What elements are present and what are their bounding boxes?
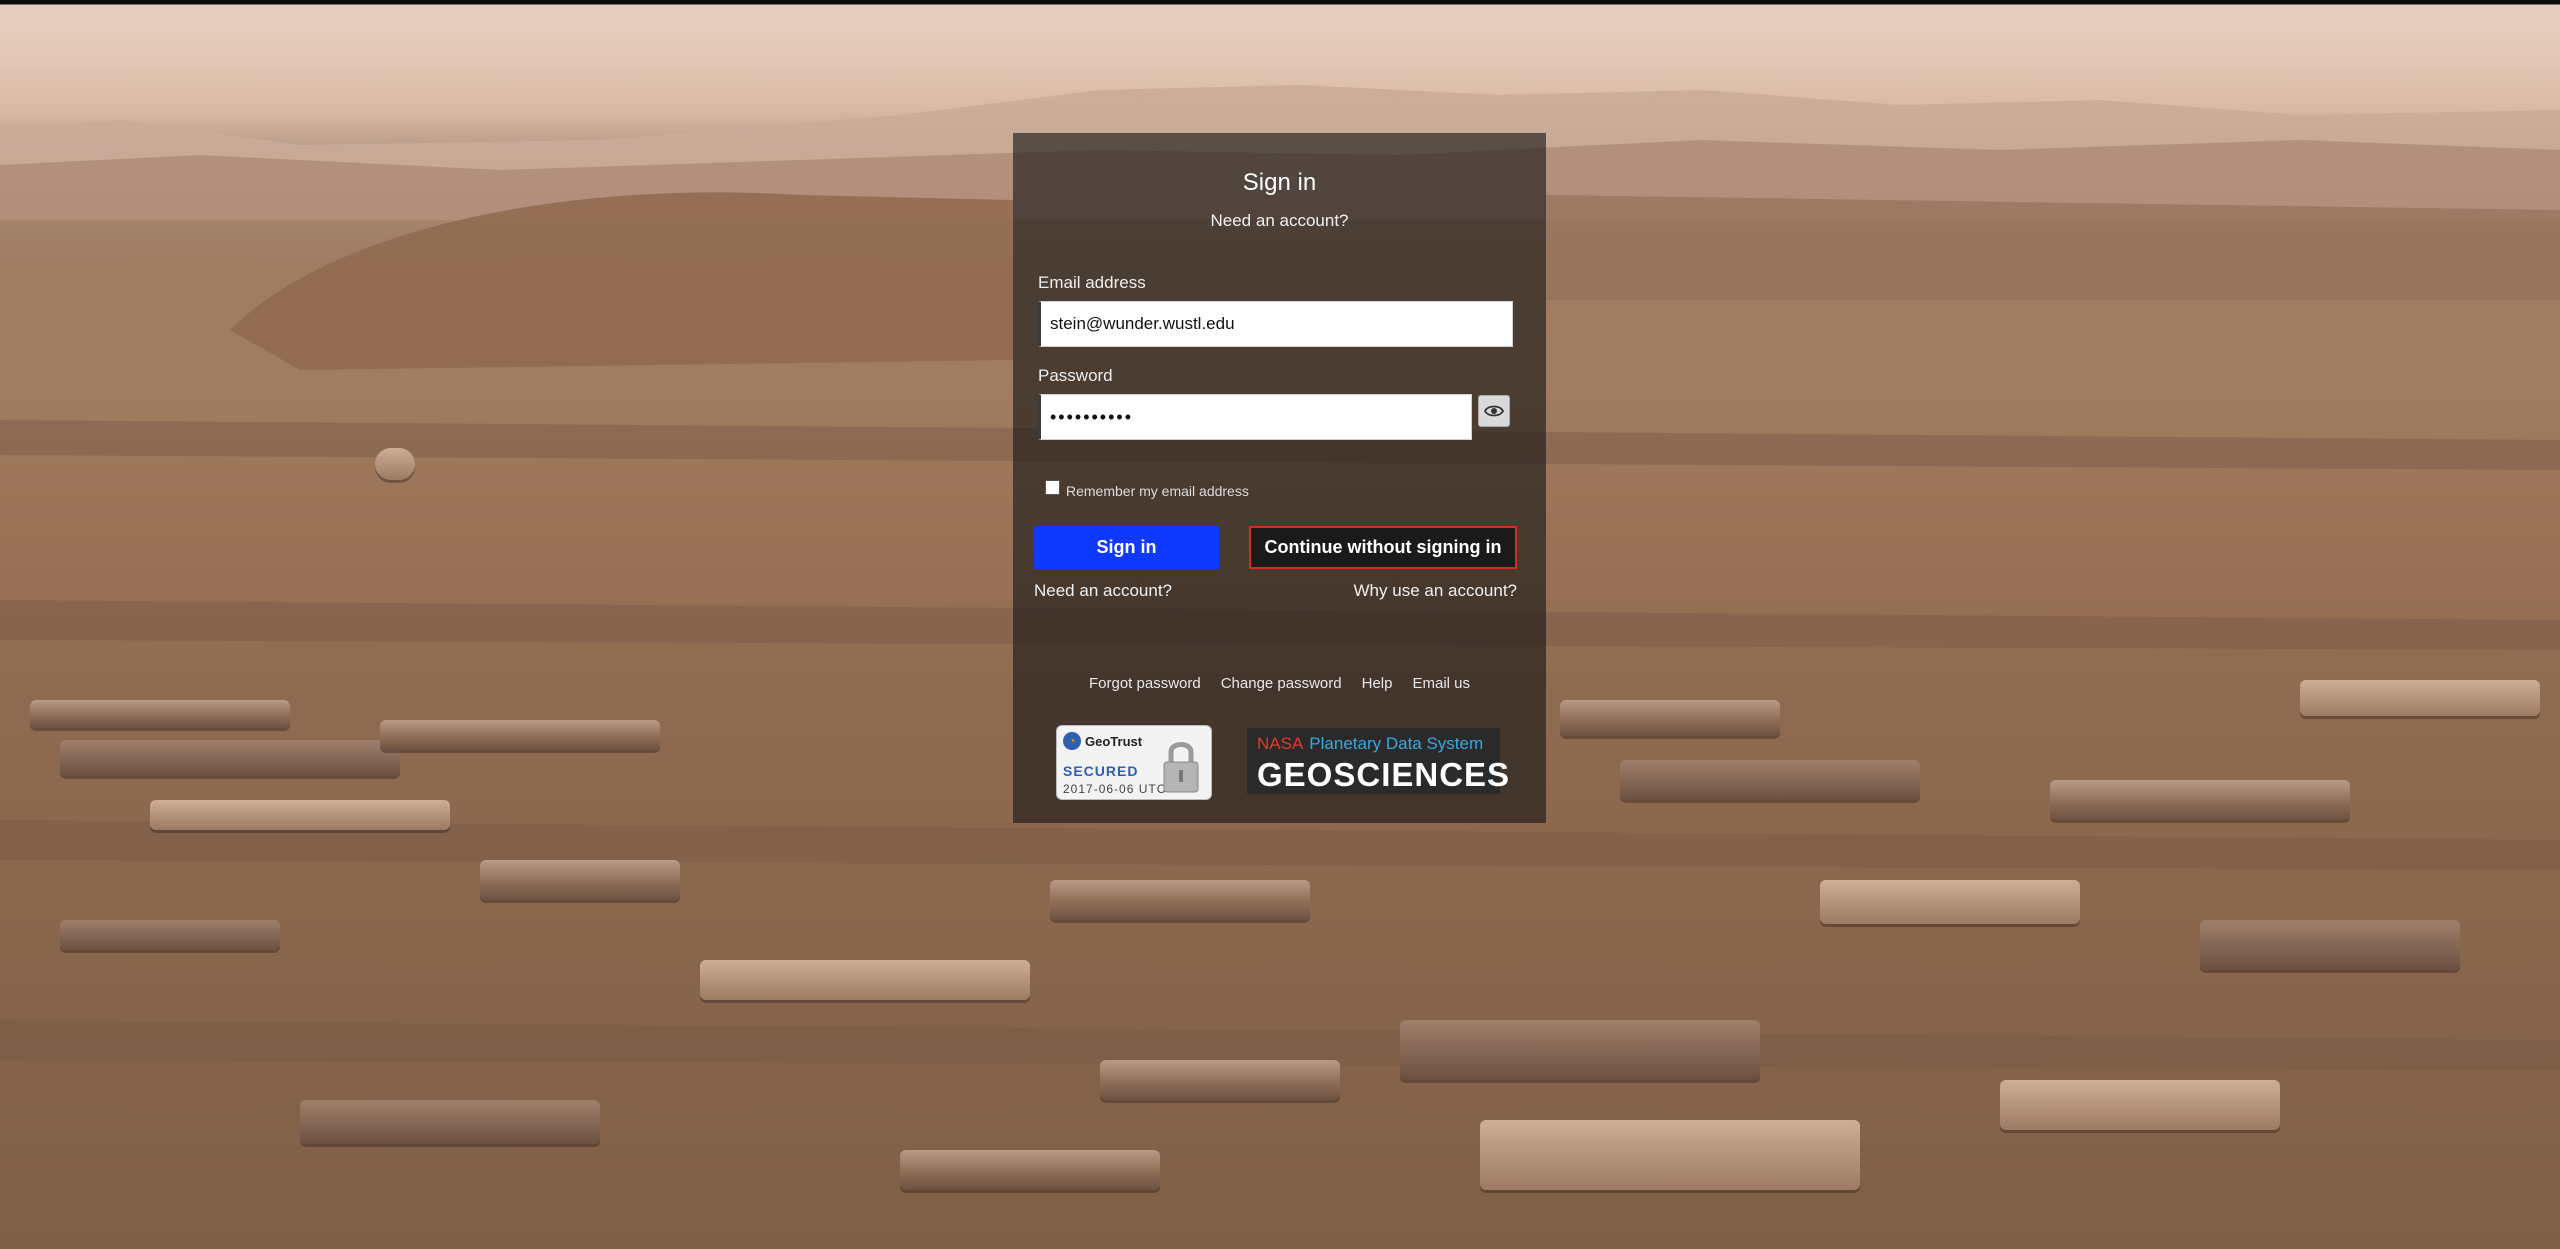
why-use-account-link[interactable]: Why use an account? — [1354, 581, 1517, 601]
rock — [1820, 880, 2080, 924]
rock — [60, 920, 280, 950]
help-link[interactable]: Help — [1362, 675, 1393, 692]
pds-name-label: Planetary Data System — [1309, 734, 1484, 753]
footer-links: Forgot password Change password Help Ema… — [1013, 675, 1546, 692]
geotrust-logo-icon: ◔ — [1063, 732, 1081, 750]
rock — [30, 700, 290, 728]
pds-nasa-label: NASA — [1257, 734, 1304, 753]
rock — [1480, 1120, 1860, 1190]
rock — [60, 740, 400, 776]
rock — [900, 1150, 1160, 1190]
email-us-link[interactable]: Email us — [1412, 675, 1470, 692]
rock — [1050, 880, 1310, 920]
forgot-password-link[interactable]: Forgot password — [1089, 675, 1201, 692]
rock — [480, 860, 680, 900]
rock — [1400, 1020, 1760, 1080]
geotrust-date: 2017-06-06 UTC — [1063, 782, 1167, 796]
rock — [300, 1100, 600, 1144]
pds-geosciences-label: GEOSCIENCES — [1257, 756, 1511, 793]
sign-in-button[interactable]: Sign in — [1034, 526, 1219, 569]
password-field[interactable]: •••••••••• — [1038, 394, 1472, 440]
remember-email-checkbox[interactable] — [1045, 480, 1060, 495]
remember-email-label: Remember my email address — [1066, 483, 1249, 499]
geotrust-secured-label: SECURED — [1063, 763, 1139, 779]
email-label: Email address — [1038, 273, 1146, 292]
continue-without-signing-in-button[interactable]: Continue without signing in — [1249, 526, 1517, 569]
rock — [380, 720, 660, 750]
signin-panel: Sign in Need an account? Email address s… — [1013, 133, 1546, 823]
lock-icon — [1163, 742, 1199, 793]
rock — [700, 960, 1030, 1000]
geotrust-badge[interactable]: ◔ GeoTrust SECURED 2017-06-06 UTC — [1056, 725, 1212, 800]
page-title: Sign in — [1242, 169, 1317, 196]
pds-geosciences-badge[interactable]: NASA Planetary Data System GEOSCIENCES — [1247, 728, 1509, 794]
password-label: Password — [1038, 366, 1113, 385]
eye-icon — [1484, 405, 1504, 417]
rock — [1560, 700, 1780, 736]
geotrust-brand: GeoTrust — [1085, 733, 1143, 749]
need-account-link[interactable]: Need an account? — [1034, 581, 1172, 601]
change-password-link[interactable]: Change password — [1221, 675, 1342, 692]
rock — [1100, 1060, 1340, 1100]
rock — [2300, 680, 2540, 716]
rock — [2000, 1080, 2280, 1130]
rock — [2050, 780, 2350, 820]
rock — [2200, 920, 2460, 970]
rock — [375, 448, 415, 480]
show-password-button[interactable] — [1478, 395, 1510, 427]
rock — [1620, 760, 1920, 800]
need-account-header-link[interactable]: Need an account? — [1013, 211, 1546, 231]
email-field[interactable]: stein@wunder.wustl.edu — [1038, 301, 1513, 347]
rock — [150, 800, 450, 830]
